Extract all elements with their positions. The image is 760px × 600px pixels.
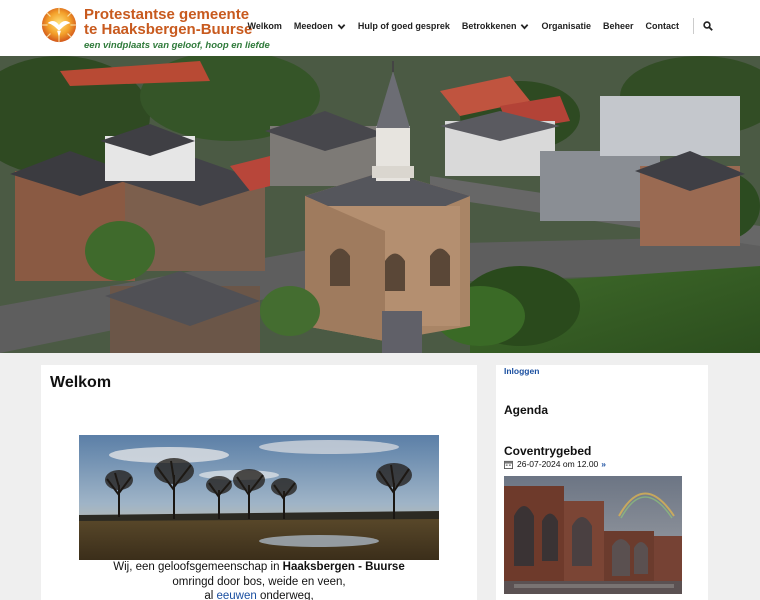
- agenda-title: Agenda: [504, 403, 549, 417]
- intro-line-3: al eeuwen onderweg,: [41, 589, 477, 600]
- hero-illustration: [0, 56, 760, 353]
- coventry-ruins-photo[interactable]: [504, 476, 682, 594]
- event-title[interactable]: Coventrygebed: [504, 444, 591, 458]
- login-link[interactable]: Inloggen: [504, 366, 539, 376]
- site-header: Protestantse gemeente te Haaksbergen-Buu…: [0, 0, 760, 56]
- nav-item-meedoen[interactable]: Meedoen: [288, 21, 352, 31]
- welcome-card: Welkom Wij, een geloofsgemeenschap in Ha…: [41, 365, 477, 600]
- nav-item-label: Beheer: [602, 21, 634, 31]
- nav-item-label: Welkom: [247, 21, 282, 31]
- nav-item-welkom[interactable]: Welkom: [242, 21, 288, 31]
- intro-line3-suffix: onderweg,: [256, 590, 314, 600]
- chevron-down-icon: [337, 23, 346, 29]
- intro-line-2: omringd door bos, weide en veen,: [172, 575, 346, 588]
- nav-item-label: Hulp of goed gesprek: [357, 21, 450, 31]
- page-title: Welkom: [50, 374, 112, 391]
- site-title-line2: te Haaksbergen-Buurse: [84, 21, 253, 38]
- search-icon: [703, 21, 713, 31]
- site-title[interactable]: Protestantse gemeente te Haaksbergen-Buu…: [84, 7, 252, 37]
- calendar-icon: [504, 460, 513, 469]
- event-more-link[interactable]: »: [601, 459, 606, 469]
- nav-item-beheer[interactable]: Beheer: [597, 21, 640, 31]
- nav-item-label: Organisatie: [541, 21, 591, 31]
- intro-text: Wij, een geloofsgemeenschap in Haaksberg…: [41, 560, 477, 600]
- sidebar: Inloggen Agenda Coventrygebed 26-07-2024…: [496, 365, 708, 600]
- event-date-text: 26-07-2024 om 12.00: [517, 459, 599, 469]
- nav-item-contact[interactable]: Contact: [640, 21, 686, 31]
- intro-place: Haaksbergen - Buurse: [282, 561, 405, 573]
- main-nav: Welkom Meedoen Hulp of goed gesprek Betr…: [242, 0, 716, 52]
- eeuwen-link[interactable]: eeuwen: [216, 590, 256, 600]
- intro-line3-prefix: al: [204, 590, 217, 600]
- hero-aerial-photo: [0, 56, 760, 353]
- intro-line-1: Wij, een geloofsgemeenschap in Haaksberg…: [41, 560, 477, 575]
- event-date: 26-07-2024 om 12.00 »: [504, 459, 606, 469]
- nav-item-label: Contact: [645, 21, 680, 31]
- nav-divider: [693, 18, 694, 34]
- nav-item-label: Betrokkenen: [461, 21, 517, 31]
- church-logo-icon[interactable]: [40, 5, 78, 45]
- nav-item-betrokkenen[interactable]: Betrokkenen: [456, 21, 536, 31]
- search-button[interactable]: [700, 18, 716, 34]
- nav-item-hulp[interactable]: Hulp of goed gesprek: [352, 21, 456, 31]
- intro-prefix: Wij, een geloofsgemeenschap in: [113, 561, 283, 573]
- nav-item-label: Meedoen: [293, 21, 333, 31]
- nav-item-organisatie[interactable]: Organisatie: [535, 21, 597, 31]
- chevron-down-icon: [521, 23, 529, 29]
- landscape-photo: [79, 435, 439, 560]
